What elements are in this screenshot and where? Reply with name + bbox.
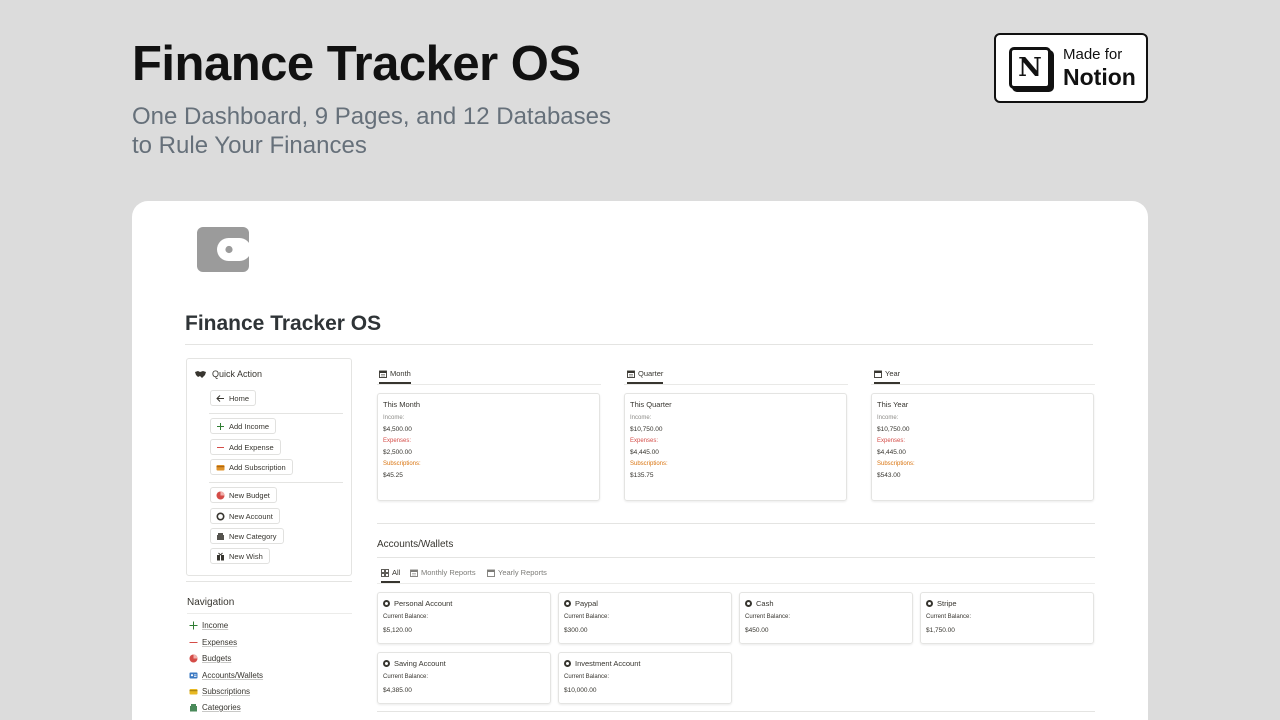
pie-icon xyxy=(189,654,198,663)
account-icon xyxy=(383,600,390,607)
period-card-quarter[interactable]: This Quarter Income: $10,750.00 Expenses… xyxy=(624,393,847,501)
tab-quarter[interactable]: Quarter xyxy=(627,369,664,384)
quick-action-panel: Quick Action Home Add Income Add Expense xyxy=(186,358,352,576)
divider xyxy=(187,613,352,614)
account-card-saving-account[interactable]: Saving Account Current Balance: $4,385.0… xyxy=(377,652,551,704)
new-category-button[interactable]: New Category xyxy=(210,528,284,544)
hero-subtitle: One Dashboard, 9 Pages, and 12 Databases… xyxy=(132,102,692,160)
notion-logo-icon: N xyxy=(1009,47,1051,89)
add-subscription-button[interactable]: Add Subscription xyxy=(210,459,293,475)
plus-icon xyxy=(189,621,198,630)
divider xyxy=(871,384,1095,385)
divider xyxy=(377,523,1095,524)
calendar-icon xyxy=(379,370,387,378)
view-tab-yearly-reports[interactable]: Yearly Reports xyxy=(487,568,547,577)
home-button[interactable]: Home xyxy=(210,390,257,406)
new-budget-button[interactable]: New Budget xyxy=(210,487,277,503)
page-title: Finance Tracker OS xyxy=(185,312,382,335)
account-icon xyxy=(383,660,390,667)
nav-item-budgets[interactable]: Budgets xyxy=(189,654,231,663)
badge-line2: Notion xyxy=(1063,64,1136,90)
circle-icon xyxy=(216,511,225,521)
folder-icon xyxy=(189,703,198,712)
divider xyxy=(377,583,1095,584)
account-icon xyxy=(745,600,752,607)
tab-month[interactable]: Month xyxy=(379,369,411,384)
view-tab-monthly-reports[interactable]: Monthly Reports xyxy=(410,568,476,577)
quick-action-title: Quick Action xyxy=(212,369,263,379)
minus-icon xyxy=(216,443,225,452)
wallet-icon[interactable] xyxy=(197,227,249,272)
handshake-icon xyxy=(195,370,206,378)
calendar-icon xyxy=(627,370,635,378)
badge-line1: Made for xyxy=(1063,46,1123,63)
folder-icon xyxy=(216,532,225,541)
minus-icon xyxy=(189,638,198,647)
divider xyxy=(209,482,343,483)
period-card-year[interactable]: This Year Income: $10,750.00 Expenses: $… xyxy=(871,393,1094,501)
nav-item-categories[interactable]: Categories xyxy=(189,703,241,712)
nav-item-expenses[interactable]: Expenses xyxy=(189,638,237,647)
notion-page: Finance Tracker OS Quick Action Home Add… xyxy=(132,201,1148,720)
divider xyxy=(209,413,343,414)
calendar-icon xyxy=(874,370,882,378)
account-icon xyxy=(564,600,571,607)
new-wish-button[interactable]: New Wish xyxy=(210,548,270,564)
grid-icon xyxy=(381,568,389,577)
account-icon xyxy=(564,660,571,667)
arrow-left-icon xyxy=(216,394,225,403)
add-income-button[interactable]: Add Income xyxy=(210,418,277,434)
divider xyxy=(185,344,1093,345)
id-card-icon xyxy=(189,671,198,680)
plus-icon xyxy=(216,422,225,431)
card-icon xyxy=(216,463,225,472)
calendar-icon xyxy=(410,569,418,577)
navigation-title: Navigation xyxy=(187,597,235,608)
accounts-wallets-title: Accounts/Wallets xyxy=(377,539,454,550)
hero-subtitle-line1: One Dashboard, 9 Pages, and 12 Databases xyxy=(132,103,611,130)
add-expense-button[interactable]: Add Expense xyxy=(210,439,281,455)
nav-item-income[interactable]: Income xyxy=(189,621,228,630)
period-card-month[interactable]: This Month Income: $4,500.00 Expenses: $… xyxy=(377,393,600,501)
new-account-button[interactable]: New Account xyxy=(210,508,280,524)
card-icon xyxy=(189,687,198,696)
divider xyxy=(624,384,848,385)
quick-action-header[interactable]: Quick Action xyxy=(195,369,262,379)
account-card-paypal[interactable]: Paypal Current Balance: $300.00 xyxy=(558,592,732,644)
calendar-icon xyxy=(487,569,495,577)
divider xyxy=(377,384,601,385)
made-for-notion-badge: N Made for Notion xyxy=(994,33,1148,103)
nav-item-accounts-wallets[interactable]: Accounts/Wallets xyxy=(189,671,263,680)
account-icon xyxy=(926,600,933,607)
view-tab-all[interactable]: All xyxy=(381,568,401,583)
divider xyxy=(377,711,1095,712)
hero-subtitle-line2: to Rule Your Finances xyxy=(132,132,367,159)
divider xyxy=(377,557,1095,558)
account-card-cash[interactable]: Cash Current Balance: $450.00 xyxy=(739,592,913,644)
nav-item-subscriptions[interactable]: Subscriptions xyxy=(189,687,250,696)
divider xyxy=(186,581,352,582)
gift-icon xyxy=(216,552,225,561)
account-card-investment-account[interactable]: Investment Account Current Balance: $10,… xyxy=(558,652,732,704)
account-card-stripe[interactable]: Stripe Current Balance: $1,750.00 xyxy=(920,592,1094,644)
tab-year[interactable]: Year xyxy=(874,369,901,384)
pie-icon xyxy=(216,491,225,500)
hero-title: Finance Tracker OS xyxy=(132,37,581,91)
account-card-personal-account[interactable]: Personal Account Current Balance: $5,120… xyxy=(377,592,551,644)
